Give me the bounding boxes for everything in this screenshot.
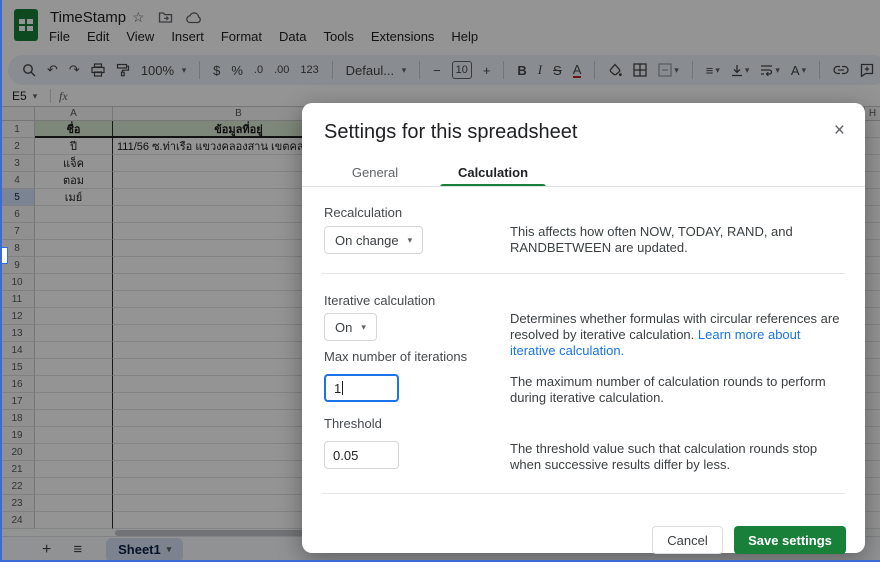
max-iterations-label: Max number of iterations xyxy=(324,349,468,364)
spreadsheet-settings-dialog: Settings for this spreadsheet × General … xyxy=(302,103,865,554)
text-cursor xyxy=(342,381,344,395)
chevron-down-icon: ▾ xyxy=(361,321,366,332)
recalculation-value: On change xyxy=(335,232,399,248)
section-divider xyxy=(322,273,845,274)
iterative-calculation-value: On xyxy=(335,319,353,335)
tab-calculation[interactable]: Calculation xyxy=(440,158,546,187)
cancel-button[interactable]: Cancel xyxy=(652,526,723,554)
chevron-down-icon: ▾ xyxy=(407,234,413,245)
recalculation-dropdown[interactable]: On change ▾ xyxy=(324,226,424,254)
tab-general[interactable]: General xyxy=(322,158,428,186)
threshold-description: The threshold value such that calculatio… xyxy=(510,441,818,472)
recalculation-label: Recalculation xyxy=(324,205,403,220)
dialog-title: Settings for this spreadsheet xyxy=(324,121,578,143)
footer-divider xyxy=(322,493,845,494)
recalculation-description: This affects how often NOW, TODAY, RAND,… xyxy=(510,224,793,255)
dialog-tabs: General Calculation xyxy=(322,158,546,187)
threshold-value: 0.05 xyxy=(333,447,359,463)
save-settings-button[interactable]: Save settings xyxy=(734,526,846,554)
window-border xyxy=(0,0,2,562)
iterative-calculation-dropdown[interactable]: On ▾ xyxy=(324,313,377,341)
iterative-calculation-description: Determines whether formulas with circula… xyxy=(510,311,848,359)
tabs-divider xyxy=(302,186,865,187)
iterative-calculation-label: Iterative calculation xyxy=(324,293,436,308)
max-iterations-input[interactable]: 1 xyxy=(324,374,399,402)
close-icon[interactable]: × xyxy=(834,121,845,140)
threshold-label: Threshold xyxy=(324,416,382,431)
max-iterations-description: The maximum number of calculation rounds… xyxy=(510,374,826,405)
threshold-input[interactable]: 0.05 xyxy=(324,441,399,469)
max-iterations-value: 1 xyxy=(334,380,342,396)
